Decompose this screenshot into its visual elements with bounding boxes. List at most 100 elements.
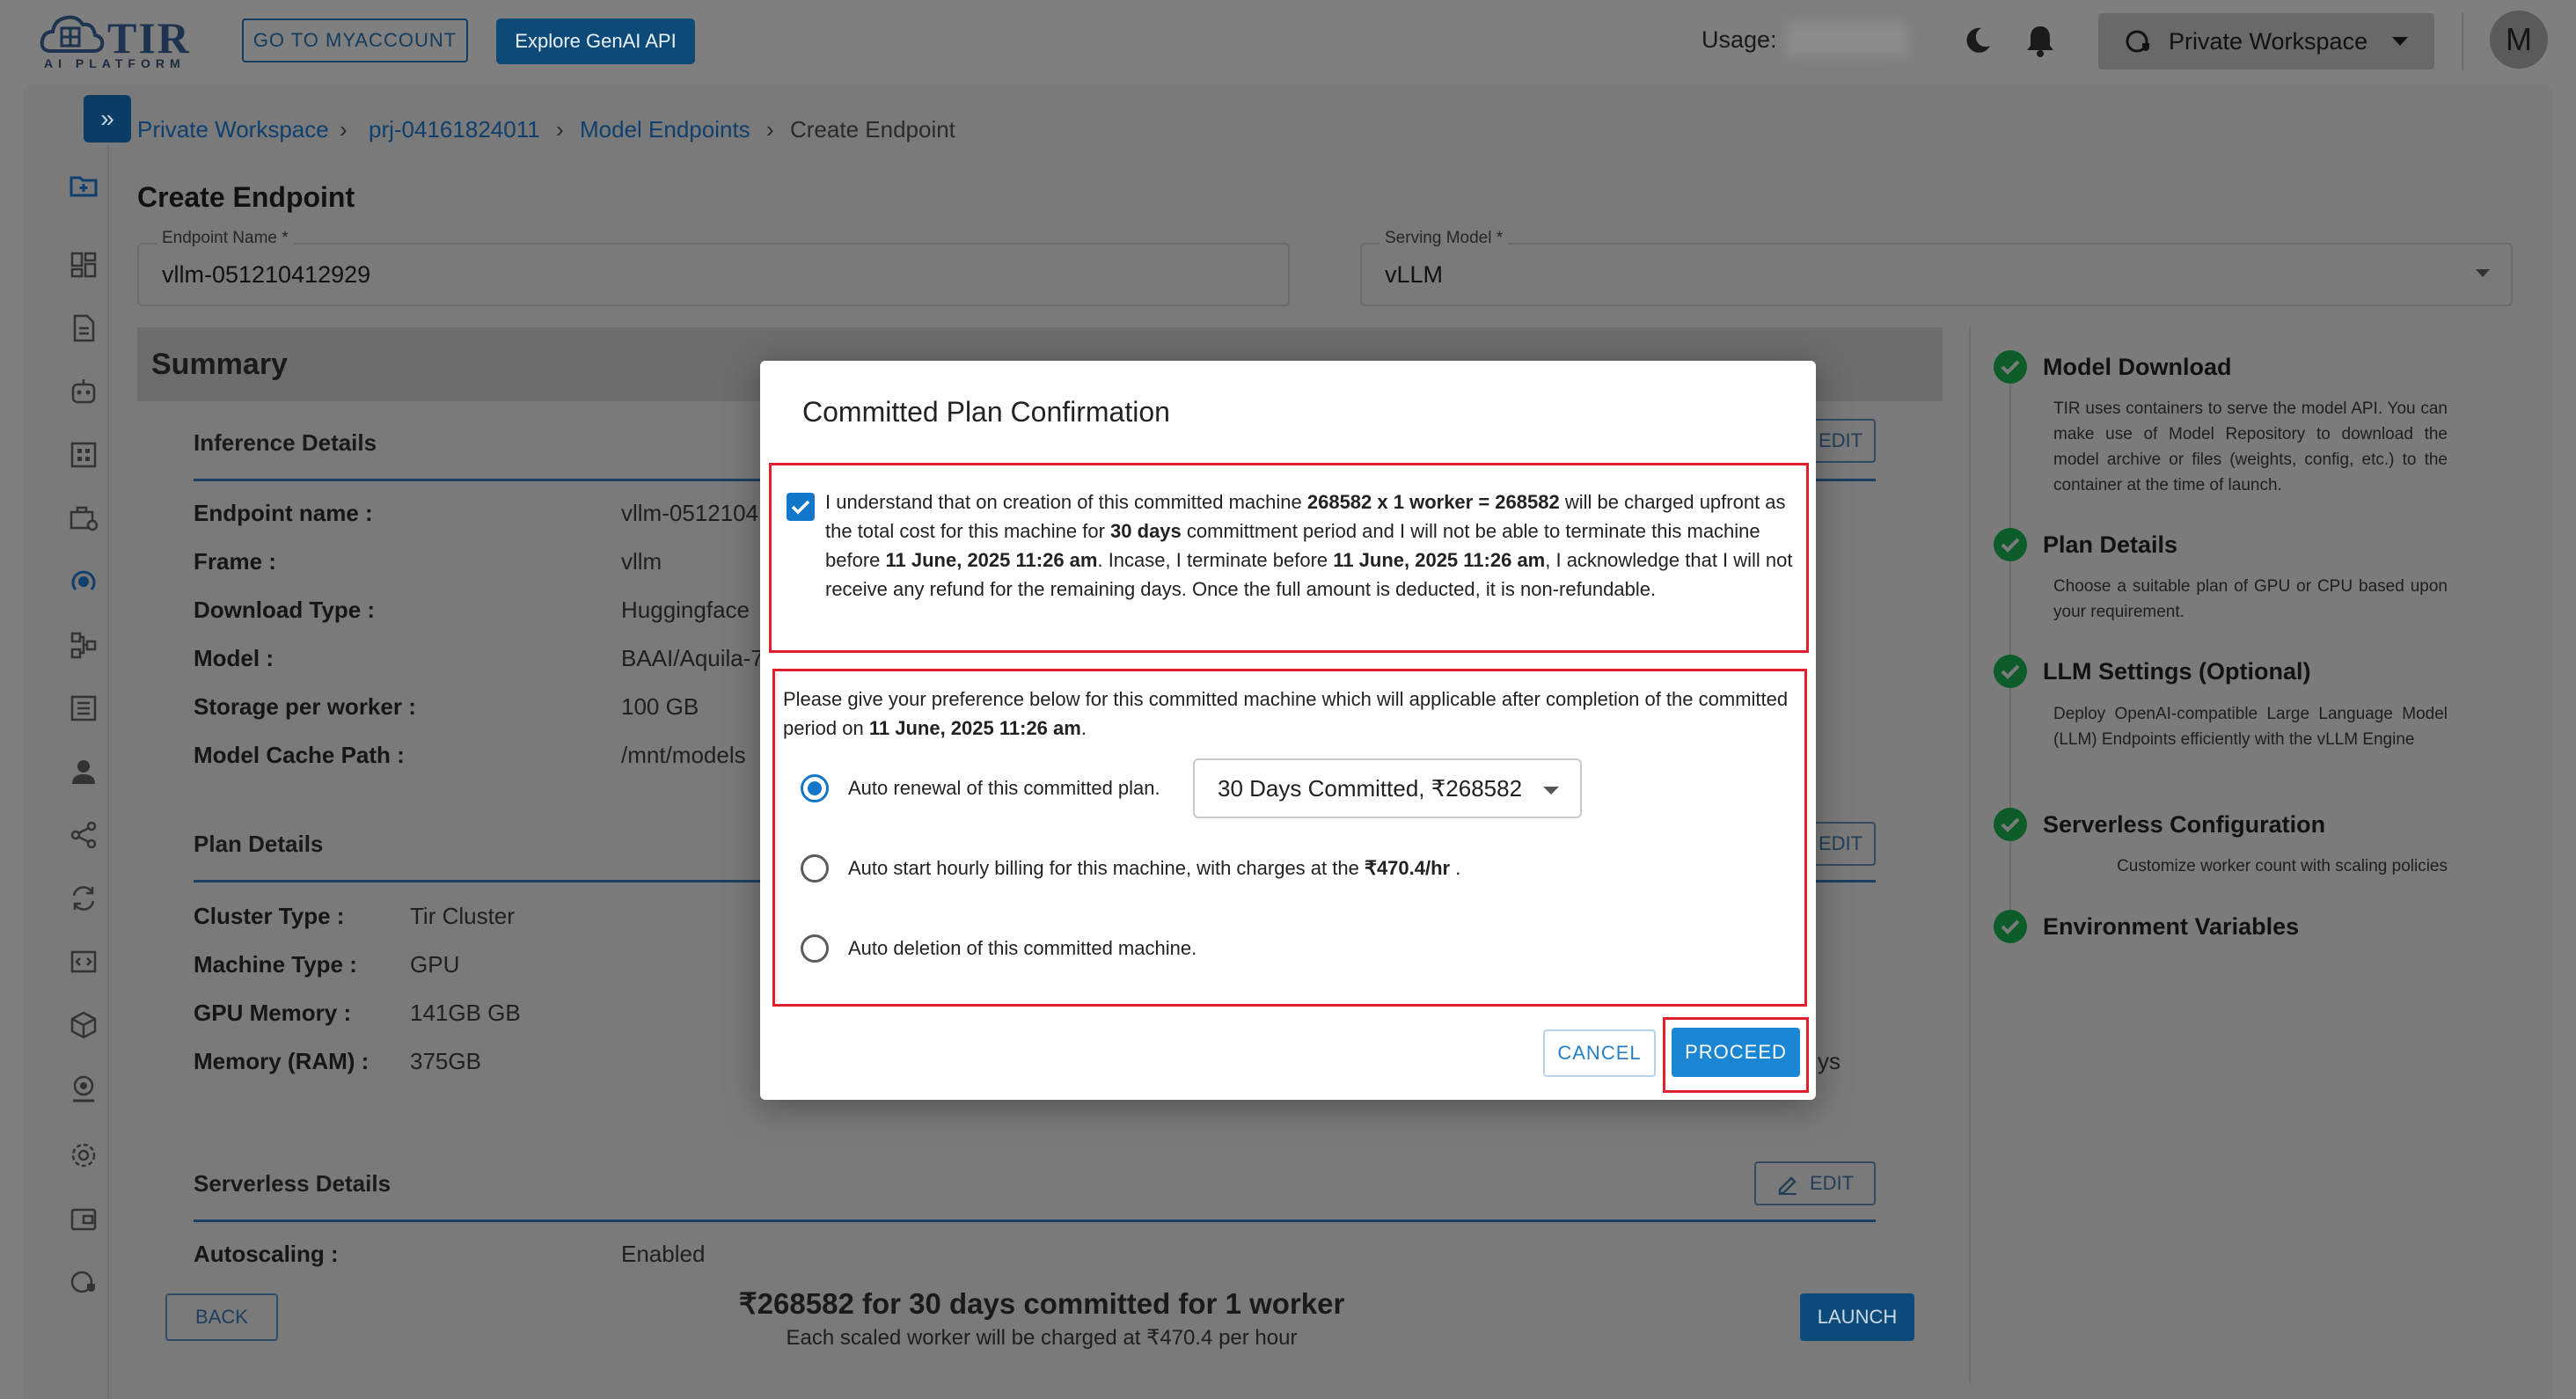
cancel-button[interactable]: CANCEL	[1543, 1029, 1656, 1077]
summary-key: Download Type :	[194, 597, 376, 623]
sidebar-dashboard-icon[interactable]	[69, 250, 99, 280]
summary-value: Tir Cluster	[410, 903, 515, 929]
breadcrumb-item-project[interactable]: prj-04161824011	[369, 116, 540, 143]
breadcrumb-separator: ›	[556, 116, 564, 143]
step-description: Customize worker count with scaling poli…	[2117, 857, 2448, 875]
section-divider	[194, 1220, 1876, 1222]
acknowledgement-text: I understand that on creation of this co…	[825, 491, 1793, 600]
inference-details-title: Inference Details	[194, 429, 377, 456]
expand-sidebar-icon[interactable]: »	[84, 95, 131, 143]
go-to-myaccount-button[interactable]: GO TO MYACCOUNT	[242, 18, 468, 62]
hourly-billing-label[interactable]: Auto start hourly billing for this machi…	[848, 857, 1460, 880]
workspace-selector[interactable]: Private Workspace	[2098, 13, 2434, 70]
summary-value: GPU	[410, 951, 460, 978]
checkmark-icon	[791, 500, 810, 515]
sidebar-document-icon[interactable]	[69, 313, 99, 343]
serving-model-label: Serving Model *	[1379, 229, 1509, 248]
footer-note: Each scaled worker will be charged at ₹4…	[786, 1326, 1298, 1350]
summary-value: BAAI/Aquila-7	[621, 645, 762, 671]
breadcrumb-current: Create Endpoint	[790, 116, 955, 143]
proceed-button[interactable]: PROCEED	[1672, 1028, 1800, 1077]
summary-key: Endpoint name :	[194, 500, 373, 526]
summary-key: Storage per worker :	[194, 693, 416, 720]
renewal-plan-select[interactable]: 30 Days Committed, ₹268582	[1193, 758, 1582, 818]
hourly-billing-radio[interactable]	[801, 854, 829, 883]
auto-renewal-label[interactable]: Auto renewal of this committed plan.	[848, 777, 1160, 800]
check-icon	[1994, 808, 2027, 841]
breadcrumb-separator: ›	[766, 116, 774, 143]
auto-deletion-radio[interactable]	[801, 934, 829, 963]
chevron-down-icon	[1543, 787, 1559, 795]
step-description: Deploy OpenAI-compatible Large Language …	[2053, 705, 2448, 749]
summary-value: Enabled	[621, 1241, 706, 1267]
workspace-selector-label: Private Workspace	[2169, 27, 2368, 55]
usage-label: Usage:	[1701, 26, 1777, 53]
summary-value: vllm	[621, 548, 662, 575]
step-description: Choose a suitable plan of GPU or CPU bas…	[2053, 577, 2448, 621]
summary-value: 100 GB	[621, 693, 699, 720]
renewal-plan-value: 30 Days Committed, ₹268582	[1218, 774, 1523, 802]
summary-title: Summary	[151, 348, 288, 381]
auto-deletion-label[interactable]: Auto deletion of this committed machine.	[848, 937, 1197, 960]
sidebar-endpoint-icon[interactable]	[69, 567, 99, 597]
sidebar-briefcase-icon[interactable]	[69, 503, 99, 533]
serving-model-value[interactable]: vLLM	[1385, 261, 1443, 289]
sidebar-robot-icon[interactable]	[69, 377, 99, 407]
launch-button[interactable]: LAUNCH	[1800, 1293, 1914, 1341]
footer-price: ₹268582 for 30 days committed for 1 work…	[738, 1287, 1345, 1320]
sidebar-cube-icon[interactable]	[69, 1010, 99, 1040]
acknowledge-checkbox[interactable]	[787, 493, 815, 521]
edit-serverless-button[interactable]: EDIT	[1754, 1161, 1876, 1205]
workspace-shield-icon	[2126, 30, 2149, 53]
bell-icon[interactable]	[2025, 23, 2055, 58]
serving-model-select[interactable]	[1360, 243, 2513, 306]
chevron-down-icon	[2476, 269, 2490, 277]
avatar[interactable]: M	[2490, 11, 2548, 69]
sidebar-code-icon[interactable]	[69, 947, 99, 977]
divider	[2462, 12, 2463, 70]
sidebar-share-icon[interactable]	[69, 820, 99, 850]
sidebar-monitor-icon[interactable]	[69, 1073, 99, 1103]
sidebar-wallet-icon[interactable]	[69, 1204, 99, 1234]
edit-label: EDIT	[1809, 1172, 1855, 1194]
step-description: TIR uses containers to serve the model A…	[2053, 399, 2448, 494]
sidebar-grid-icon[interactable]	[69, 440, 99, 470]
pencil-icon	[1778, 1176, 1797, 1195]
summary-value: /mnt/models	[621, 742, 746, 768]
check-icon	[1994, 528, 2027, 561]
step-title: Environment Variables	[2043, 913, 2300, 940]
sidebar-user-icon[interactable]	[69, 757, 99, 787]
summary-value-clipped: ys	[1818, 1048, 1841, 1074]
breadcrumb-item-model-endpoints[interactable]: Model Endpoints	[580, 116, 750, 143]
sidebar-pipeline-icon[interactable]	[69, 630, 99, 660]
preference-text: Please give your preference below for th…	[783, 688, 1789, 739]
auto-renewal-radio[interactable]	[801, 774, 829, 802]
moon-icon[interactable]	[1962, 25, 1994, 56]
page-title: Create Endpoint	[137, 181, 355, 213]
step-title: Model Download	[2043, 354, 2232, 380]
endpoint-name-value[interactable]: vllm-051210412929	[162, 261, 370, 289]
summary-key: Machine Type :	[194, 951, 357, 978]
check-icon	[1994, 910, 2027, 943]
step-title: Serverless Configuration	[2043, 811, 2326, 838]
summary-value: Huggingface	[621, 597, 750, 623]
chevron-down-icon	[2392, 37, 2409, 46]
edit-plan-button[interactable]: EDIT	[1805, 822, 1876, 866]
breadcrumb-item-workspace[interactable]: Private Workspace	[137, 116, 329, 143]
summary-value: 375GB	[410, 1048, 481, 1074]
sidebar	[23, 146, 109, 1399]
serverless-details-title: Serverless Details	[194, 1170, 392, 1197]
summary-key: Cluster Type :	[194, 903, 345, 929]
summary-key: Autoscaling :	[194, 1241, 339, 1267]
explore-genai-api-button[interactable]: Explore GenAI API	[496, 18, 695, 64]
cloud-logo-icon	[40, 15, 105, 53]
usage-value-blurred	[1786, 23, 1907, 56]
edit-inference-button[interactable]: EDIT	[1805, 419, 1876, 463]
sidebar-settings-icon[interactable]	[69, 1140, 99, 1170]
step-title: LLM Settings (Optional)	[2043, 658, 2311, 685]
sidebar-sync-icon[interactable]	[69, 883, 99, 913]
sidebar-list-icon[interactable]	[69, 693, 99, 723]
plan-details-title: Plan Details	[194, 831, 324, 857]
step-title: Plan Details	[2043, 531, 2178, 558]
sidebar-folder-icon[interactable]	[69, 171, 99, 201]
